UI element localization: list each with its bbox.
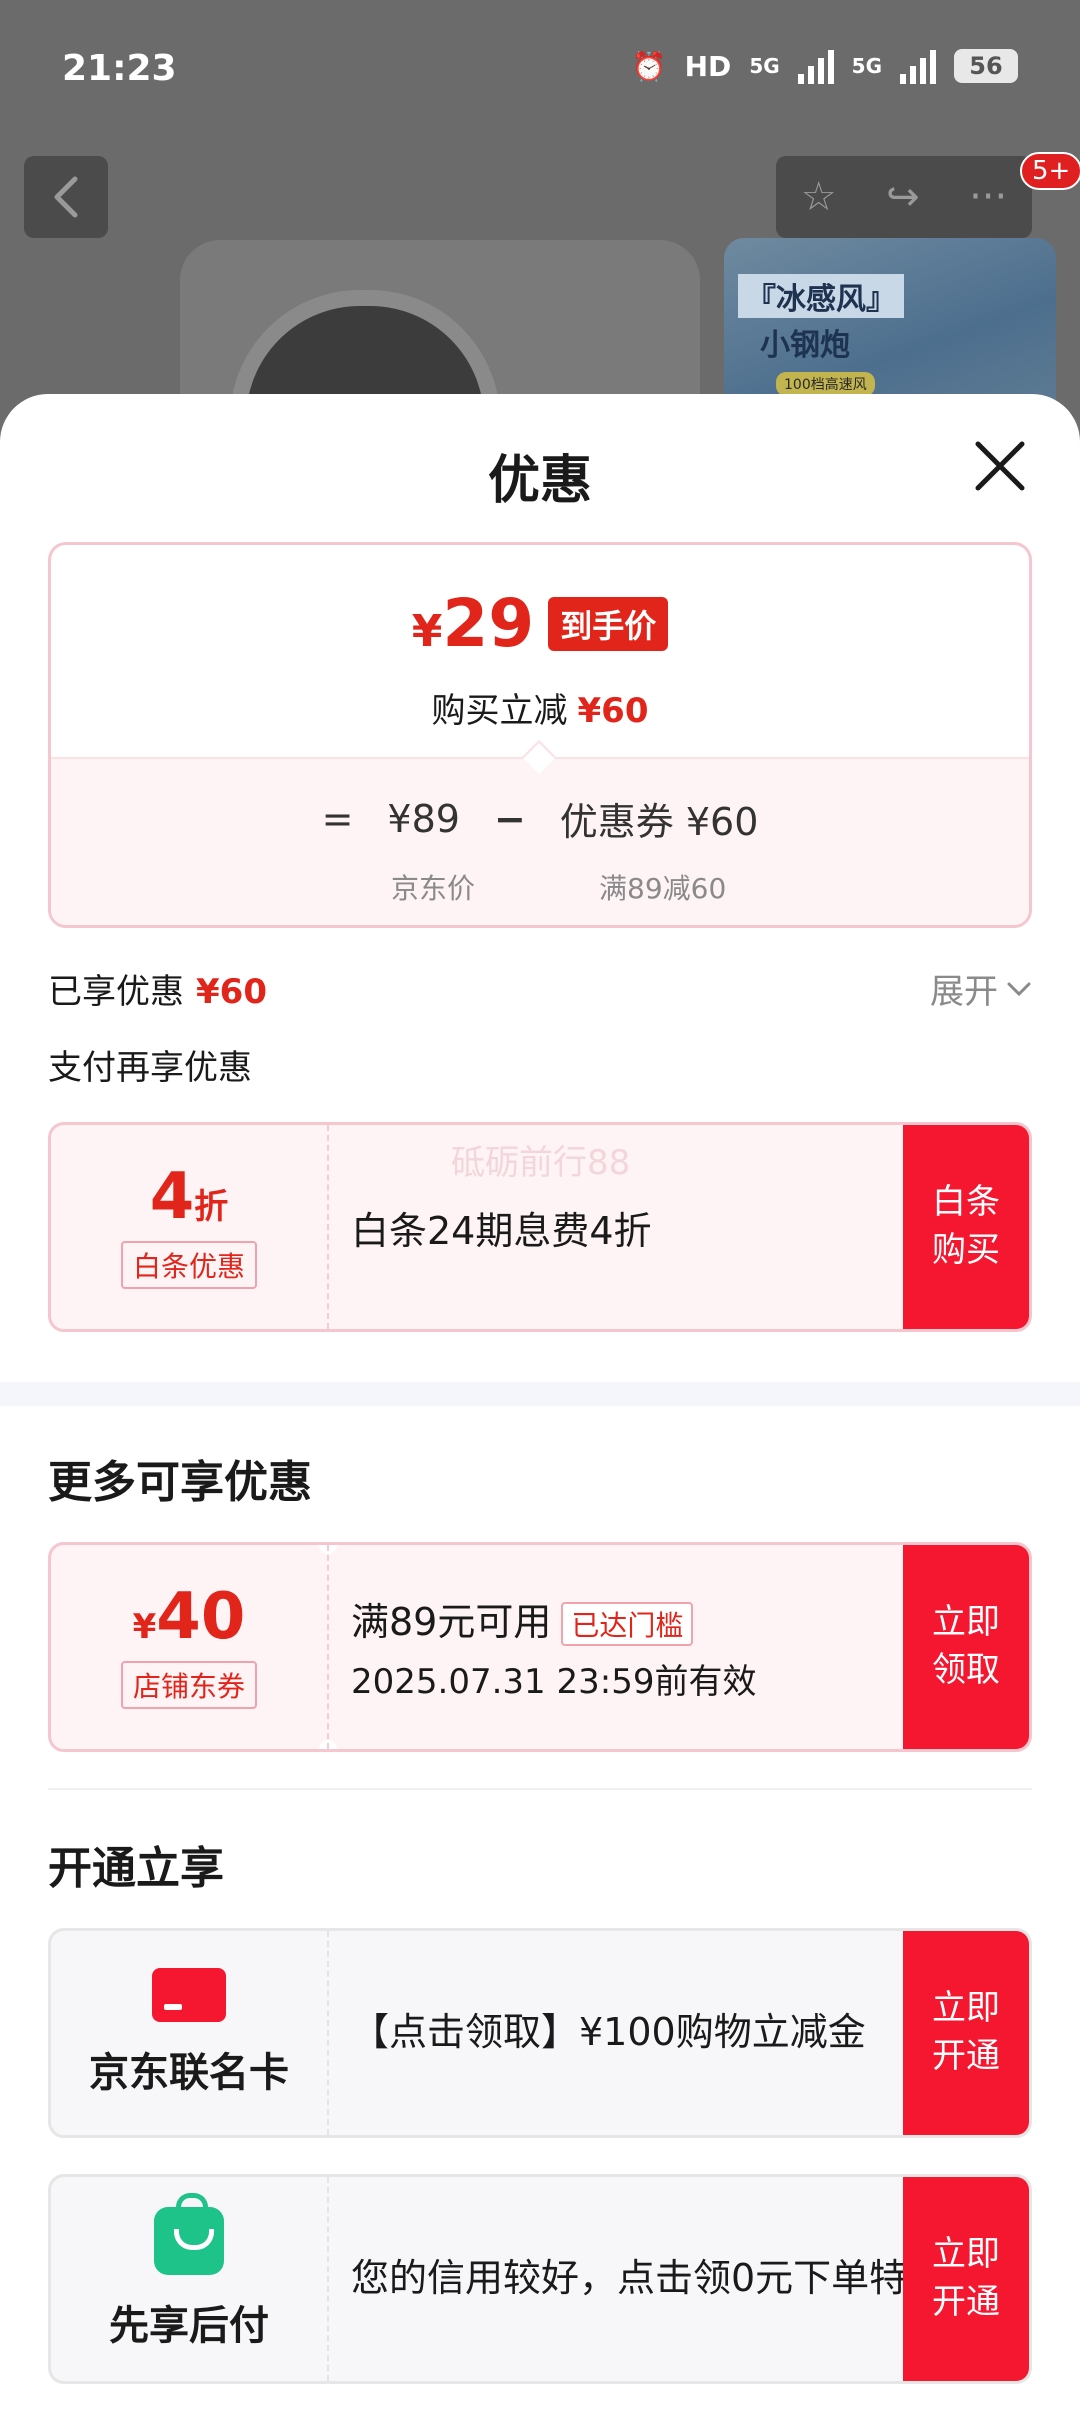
pay-later-desc: 您的信用较好，点击领0元下单特权 xyxy=(351,2256,946,2301)
section-separator xyxy=(0,1382,1080,1406)
credit-card-icon xyxy=(152,1968,226,2022)
baitiao-buy-button[interactable]: 白条购买 xyxy=(903,1125,1029,1329)
store-coupon: ¥40 店铺东券 满89元可用 已达门槛 2025.07.31 23:59前有效 … xyxy=(48,1542,1032,1752)
enjoyed-value: ¥60 xyxy=(196,972,267,1012)
status-bar: 21:23 ⏰ HD 5G 5G 56 xyxy=(0,0,1080,140)
promo-thumbnail[interactable]: 『冰感风』 小钢炮 100档高速风 xyxy=(724,238,1056,418)
divider-line xyxy=(48,1788,1032,1790)
jd-card-info: 【点击领取】¥100购物立减金 xyxy=(351,1931,951,2135)
coupon-divider xyxy=(327,1125,329,1329)
more-discounts-title: 更多可享优惠 xyxy=(48,1457,312,1508)
equals-sign: = xyxy=(321,796,354,841)
shopping-bag-icon xyxy=(154,2193,224,2275)
baitiao-desc: 白条24期息费4折 xyxy=(351,1208,652,1253)
jd-card-left: 京东联名卡 xyxy=(51,1931,327,2135)
baitiao-left: 4折 白条优惠 xyxy=(51,1125,327,1329)
store-coupon-amount: ¥40 xyxy=(132,1580,246,1654)
store-coupon-condition: 满89元可用 xyxy=(351,1599,552,1644)
pay-later-left: 先享后付 xyxy=(51,2177,327,2381)
status-time: 21:23 xyxy=(62,48,177,89)
back-button[interactable] xyxy=(24,156,108,238)
promo-line1: 『冰感风』 xyxy=(738,274,904,318)
price-formula: = ¥89 − 优惠券 ¥60 京东价 满89减60 xyxy=(51,757,1029,925)
chevron-left-icon xyxy=(54,176,78,218)
baitiao-coupon: 4折 白条优惠 砥砺前行88 白条24期息费4折 白条购买 xyxy=(48,1122,1032,1332)
star-icon[interactable]: ☆ xyxy=(801,174,837,220)
store-coupon-validity: 2025.07.31 23:59前有效 xyxy=(351,1662,757,1703)
baitiao-tag: 白条优惠 xyxy=(120,1241,257,1289)
open-pay-later-button[interactable]: 立即开通 xyxy=(903,2177,1029,2381)
enjoyed-row: 已享优惠 ¥60 xyxy=(48,964,267,1013)
sheet-title: 优惠 xyxy=(487,451,592,511)
expand-toggle[interactable]: 展开 xyxy=(930,964,1032,1013)
battery-icon: 56 xyxy=(954,49,1018,83)
chevron-down-icon xyxy=(1007,982,1031,996)
top-actions: ☆ ↪ ··· xyxy=(776,156,1032,238)
claim-coupon-button[interactable]: 立即领取 xyxy=(903,1545,1029,1749)
alarm-icon: ⏰ xyxy=(631,49,667,83)
coupon-condition: 满89减60 xyxy=(599,872,727,905)
signal-icon-2 xyxy=(900,48,936,84)
reduce-value: ¥60 xyxy=(577,691,649,731)
threshold-reached-badge: 已达门槛 xyxy=(561,1602,694,1647)
coupon-divider xyxy=(327,2177,329,2381)
final-price: ¥29 xyxy=(411,585,535,662)
signal-icon xyxy=(797,48,834,84)
close-icon[interactable] xyxy=(968,434,1032,498)
price-summary-card: ¥29 到手价 购买立减 ¥60 = ¥89 − 优惠券 ¥60 京东价 满89减… xyxy=(48,542,1032,928)
expand-label: 展开 xyxy=(930,972,998,1012)
coupon-amount: 优惠券 ¥60 xyxy=(559,800,759,844)
network-5g-label: 5G xyxy=(749,54,780,78)
reduce-label: 购买立减 xyxy=(431,691,568,731)
hd-icon: HD xyxy=(684,49,732,83)
message-badge: 5+ xyxy=(1020,152,1080,190)
pay-later-name: 先享后付 xyxy=(109,2303,269,2349)
price-summary-top: ¥29 到手价 购买立减 ¥60 xyxy=(51,545,1029,757)
pay-more-label: 支付再享优惠 xyxy=(48,1048,252,1088)
share-icon[interactable]: ↪ xyxy=(886,174,920,220)
store-coupon-condition-row: 满89元可用 已达门槛 xyxy=(351,1591,951,1647)
pay-later-offer: 先享后付 您的信用较好，点击领0元下单特权 立即开通 xyxy=(48,2174,1032,2384)
open-jd-card-button[interactable]: 立即开通 xyxy=(903,1931,1029,2135)
minus-sign: − xyxy=(493,796,526,841)
store-coupon-left: ¥40 店铺东券 xyxy=(51,1545,327,1749)
discount-sheet: 优惠 ¥29 到手价 购买立减 ¥60 = ¥89 − 优惠券 ¥60 京东价 满… xyxy=(0,394,1080,2412)
baitiao-desc-area: 白条24期息费4折 xyxy=(351,1125,951,1329)
coupon-divider xyxy=(327,1931,329,2135)
more-icon[interactable]: ··· xyxy=(969,174,1007,220)
open-benefits-title: 开通立享 xyxy=(48,1843,224,1894)
reduce-row: 购买立减 ¥60 xyxy=(51,683,1029,732)
promo-line2: 小钢炮 xyxy=(760,328,850,363)
store-coupon-info: 满89元可用 已达门槛 2025.07.31 23:59前有效 xyxy=(351,1545,951,1749)
status-icons: ⏰ HD 5G 5G 56 xyxy=(632,48,1018,84)
jd-card-name: 京东联名卡 xyxy=(89,2050,289,2096)
network-5g-label-2: 5G xyxy=(851,54,882,78)
baitiao-discount: 4折 xyxy=(149,1160,229,1234)
store-coupon-tag: 店铺东券 xyxy=(120,1661,257,1709)
promo-tag: 100档高速风 xyxy=(776,372,875,396)
jd-price: ¥89 xyxy=(387,796,460,841)
jd-card-desc: 【点击领取】¥100购物立减金 xyxy=(351,2010,866,2055)
pay-later-info: 您的信用较好，点击领0元下单特权 xyxy=(351,2177,951,2381)
jd-price-label: 京东价 xyxy=(391,872,476,905)
formula-row: = ¥89 − 优惠券 ¥60 xyxy=(51,791,1029,846)
jd-card-offer: 京东联名卡 【点击领取】¥100购物立减金 立即开通 xyxy=(48,1928,1032,2138)
final-price-row: ¥29 到手价 xyxy=(51,585,1029,662)
coupon-divider xyxy=(327,1545,329,1749)
final-price-tag: 到手价 xyxy=(548,596,669,651)
enjoyed-label: 已享优惠 xyxy=(48,972,184,1012)
